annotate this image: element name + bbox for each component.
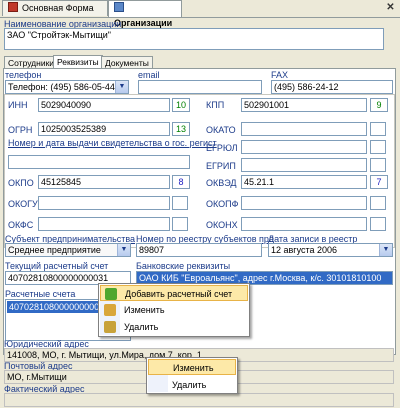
- okato-field[interactable]: [241, 122, 367, 136]
- tab-main-form-label: Основная Форма: [22, 3, 94, 13]
- subject-value: Среднее предприятие: [8, 245, 101, 255]
- tab-organizations-label: Организации: [114, 18, 173, 28]
- chevron-down-icon[interactable]: ▼: [379, 244, 392, 256]
- okved-field[interactable]: 45.21.1: [241, 175, 367, 189]
- egrip-field[interactable]: [241, 158, 367, 172]
- okonh-field[interactable]: [241, 217, 367, 231]
- okogu-field[interactable]: [38, 196, 170, 210]
- inn-label: ИНН: [8, 100, 28, 110]
- ogrn-label: ОГРН: [8, 125, 33, 135]
- okopf-count: [370, 196, 386, 210]
- close-icon[interactable]: ✕: [385, 3, 396, 14]
- egrul-field[interactable]: [241, 140, 367, 154]
- kpp-count: 9: [370, 98, 388, 112]
- kpp-field[interactable]: 502901001: [241, 98, 367, 112]
- menu-edit-account[interactable]: Изменить: [100, 302, 248, 318]
- menu-delete-address-label: Удалить: [172, 380, 207, 390]
- okonh-label: ОКОНХ: [206, 220, 238, 230]
- okfs-field[interactable]: [38, 217, 170, 231]
- email-label: email: [138, 70, 160, 80]
- date-value: 12 августа 2006: [271, 245, 338, 255]
- fax-label: FAX: [271, 70, 289, 80]
- inn-count: 10: [172, 98, 190, 112]
- okfs-count: [172, 217, 188, 231]
- subject-combo[interactable]: Среднее предприятие ▼: [5, 243, 131, 257]
- subtab-requisites[interactable]: Реквизиты: [53, 55, 103, 69]
- phone-label: телефон: [5, 70, 42, 80]
- current-account-label: Текущий расчетный счет: [5, 261, 109, 271]
- okfs-label: ОКФС: [8, 220, 34, 230]
- menu-add-account[interactable]: Добавить расчетный счет: [100, 285, 248, 301]
- kpp-label: КПП: [206, 100, 225, 110]
- address-context-menu: Изменить Удалить: [146, 357, 238, 394]
- okogu-label: ОКОГУ: [8, 199, 38, 209]
- okpo-label: ОКПО: [8, 178, 34, 188]
- okato-label: ОКАТО: [206, 125, 236, 135]
- certificate-label: Номер и дата выдачи свидетельства о гос.…: [8, 138, 217, 148]
- tab-organizations[interactable]: Организации: [108, 0, 182, 28]
- menu-edit-account-label: Изменить: [124, 305, 165, 315]
- tab-strip: Основная Форма Организации ✕: [0, 0, 400, 28]
- okpo-field[interactable]: 45125845: [38, 175, 170, 189]
- org-name-field[interactable]: ЗАО "Стройтэк-Мытищи": [4, 28, 384, 50]
- okopf-label: ОКОПФ: [206, 199, 239, 209]
- chevron-down-icon[interactable]: ▼: [117, 244, 130, 256]
- egrip-label: ЕГРИП: [206, 161, 236, 171]
- egrul-count: [370, 140, 386, 154]
- accounts-list-label: Расчетные счета: [5, 289, 76, 299]
- bank-label: Банковские реквизиты: [136, 261, 231, 271]
- registry-field[interactable]: 89807: [136, 243, 262, 257]
- okved-label: ОКВЭД: [206, 178, 237, 188]
- okonh-count: [370, 217, 386, 231]
- okato-count: [370, 122, 386, 136]
- certificate-field[interactable]: [8, 155, 190, 169]
- menu-delete-account[interactable]: Удалить: [100, 319, 248, 335]
- okopf-field[interactable]: [241, 196, 367, 210]
- fax-field[interactable]: (495) 586-24-12: [271, 80, 393, 94]
- form-icon: [8, 2, 18, 12]
- egrul-label: ЕГРЮЛ: [206, 143, 238, 153]
- phone-value: Телефон: (495) 586-05-44: [8, 82, 115, 92]
- phone-combo[interactable]: Телефон: (495) 586-05-44 ▼: [5, 80, 129, 94]
- add-icon: [105, 288, 117, 300]
- okogu-count: [172, 196, 188, 210]
- chevron-down-icon[interactable]: ▼: [115, 81, 128, 93]
- account-context-menu: Добавить расчетный счет Изменить Удалить: [98, 283, 250, 337]
- edit-icon: [104, 304, 116, 316]
- delete-icon: [104, 321, 116, 333]
- inn-field[interactable]: 5029040090: [38, 98, 170, 112]
- date-picker[interactable]: 12 августа 2006 ▼: [268, 243, 393, 257]
- menu-add-account-label: Добавить расчетный счет: [125, 289, 233, 299]
- ogrn-count: 13: [172, 122, 190, 136]
- menu-delete-account-label: Удалить: [124, 322, 159, 332]
- okpo-count: 8: [172, 175, 190, 189]
- okved-count: 7: [370, 175, 388, 189]
- menu-edit-address[interactable]: Изменить: [148, 359, 236, 375]
- tab-main-form[interactable]: Основная Форма: [2, 0, 108, 16]
- organization-icon: [114, 2, 124, 12]
- menu-edit-address-label: Изменить: [173, 363, 214, 373]
- egrip-count: [370, 158, 386, 172]
- menu-delete-address[interactable]: Удалить: [148, 377, 236, 393]
- ogrn-field[interactable]: 1025003525389: [38, 122, 170, 136]
- email-field[interactable]: [138, 80, 262, 94]
- actual-address-field[interactable]: [4, 393, 394, 407]
